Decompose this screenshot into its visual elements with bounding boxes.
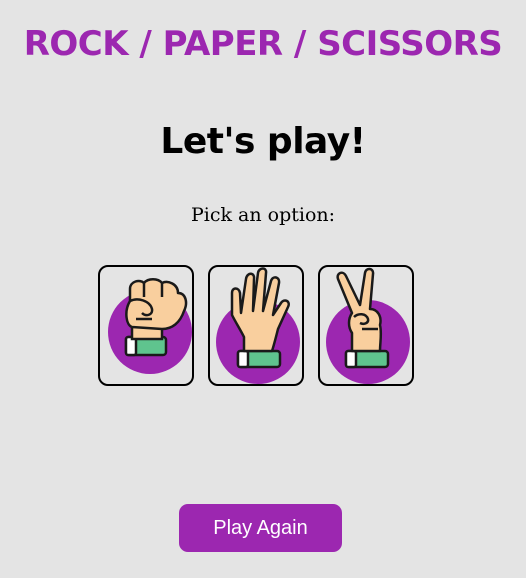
options-group bbox=[98, 265, 414, 386]
game-title: ROCK / PAPER / SCISSORS bbox=[23, 24, 503, 64]
scissors-option-button[interactable] bbox=[318, 265, 414, 386]
rock-hand-icon bbox=[108, 278, 192, 374]
scissors-hand-icon bbox=[326, 267, 410, 384]
paper-hand-icon bbox=[216, 267, 300, 384]
status-heading: Let's play! bbox=[160, 121, 366, 162]
rock-option-button[interactable] bbox=[98, 265, 194, 386]
paper-option-button[interactable] bbox=[208, 265, 304, 386]
play-again-button[interactable]: Play Again bbox=[179, 504, 342, 552]
pick-prompt: Pick an option: bbox=[190, 204, 336, 226]
